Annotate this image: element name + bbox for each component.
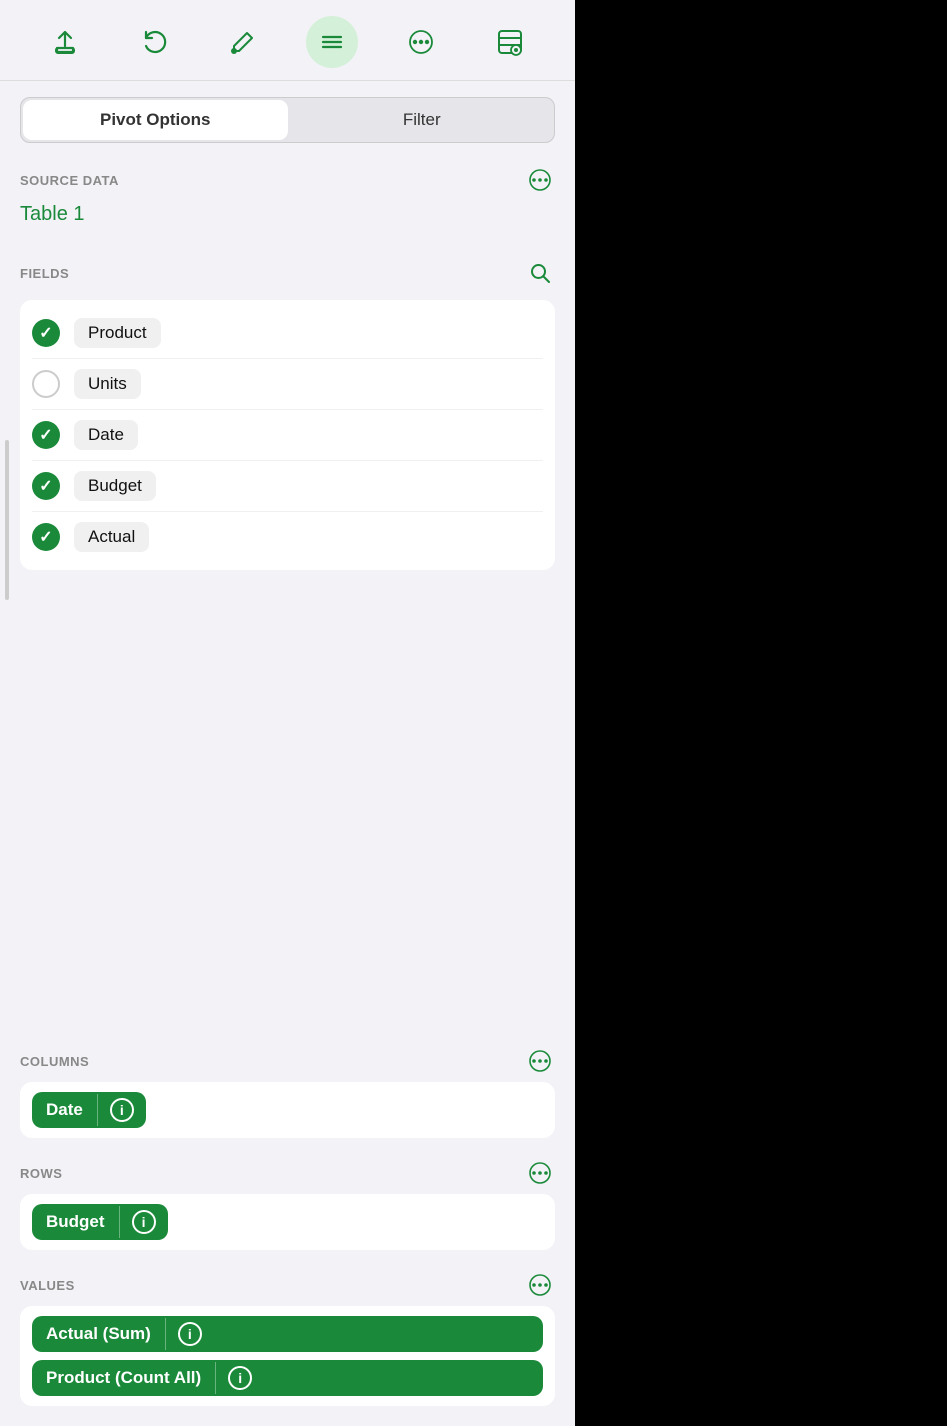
field-product-row[interactable]: Product: [32, 308, 543, 359]
values-more-button[interactable]: [525, 1270, 555, 1300]
rows-more-button[interactable]: [525, 1158, 555, 1188]
field-date-checkbox[interactable]: [32, 421, 60, 449]
rows-budget-info-button[interactable]: i: [120, 1204, 168, 1240]
field-actual-tag: Actual: [74, 522, 149, 552]
fields-section: FIELDS: [0, 246, 575, 294]
field-budget-tag: Budget: [74, 471, 156, 501]
pivot-options-tab[interactable]: Pivot Options: [23, 100, 288, 140]
field-date-tag: Date: [74, 420, 138, 450]
field-units-tag: Units: [74, 369, 141, 399]
filter-tab[interactable]: Filter: [290, 98, 555, 142]
format-button[interactable]: [306, 16, 358, 68]
columns-more-button[interactable]: [525, 1046, 555, 1076]
field-budget-checkbox[interactable]: [32, 472, 60, 500]
annotate-button[interactable]: [217, 16, 269, 68]
values-section: VALUES Actual (Sum) i Product (Count All: [0, 1258, 575, 1406]
fields-label: FIELDS: [20, 266, 69, 281]
toolbar: [0, 0, 575, 81]
scroll-thumb[interactable]: [5, 440, 9, 600]
values-label: VALUES: [20, 1278, 75, 1293]
rows-container: Budget i: [20, 1194, 555, 1250]
columns-date-info-button[interactable]: i: [98, 1092, 146, 1128]
field-actual-checkbox[interactable]: [32, 523, 60, 551]
field-date-row[interactable]: Date: [32, 410, 543, 461]
info-icon: i: [178, 1322, 202, 1346]
source-data-section: SOURCE DATA Table 1: [0, 153, 575, 240]
rows-budget-label: Budget: [32, 1204, 119, 1240]
share-button[interactable]: [39, 16, 91, 68]
right-area: [575, 0, 947, 1426]
columns-date-tag[interactable]: Date i: [32, 1092, 146, 1128]
source-data-label: SOURCE DATA: [20, 173, 119, 188]
info-icon: i: [132, 1210, 156, 1234]
field-budget-row[interactable]: Budget: [32, 461, 543, 512]
segmented-control: Pivot Options Filter: [20, 97, 555, 143]
values-product-count-tag[interactable]: Product (Count All) i: [32, 1360, 543, 1396]
pivot-panel: Pivot Options Filter SOURCE DATA Table 1…: [0, 0, 575, 1426]
columns-section: COLUMNS Date i: [0, 1034, 575, 1138]
info-icon: i: [228, 1366, 252, 1390]
more-options-button[interactable]: [395, 16, 447, 68]
values-actual-sum-label: Actual (Sum): [32, 1316, 165, 1352]
columns-label: COLUMNS: [20, 1054, 89, 1069]
field-product-checkbox[interactable]: [32, 319, 60, 347]
undo-button[interactable]: [128, 16, 180, 68]
field-units-checkbox[interactable]: [32, 370, 60, 398]
values-product-count-label: Product (Count All): [32, 1360, 215, 1396]
rows-label: ROWS: [20, 1166, 62, 1181]
field-actual-row[interactable]: Actual: [32, 512, 543, 562]
fields-search-button[interactable]: [525, 258, 555, 288]
source-data-more-button[interactable]: [525, 165, 555, 195]
values-product-count-info-button[interactable]: i: [216, 1360, 264, 1396]
values-container: Actual (Sum) i Product (Count All) i: [20, 1306, 555, 1406]
values-actual-sum-info-button[interactable]: i: [166, 1316, 214, 1352]
scroll-track: [5, 120, 9, 1020]
columns-container: Date i: [20, 1082, 555, 1138]
info-icon: i: [110, 1098, 134, 1122]
rows-section: ROWS Budget i: [0, 1146, 575, 1250]
source-table-link[interactable]: Table 1: [20, 201, 555, 240]
rows-budget-tag[interactable]: Budget i: [32, 1204, 168, 1240]
field-units-row[interactable]: Units: [32, 359, 543, 410]
fields-list: Product Units Date Budget Actual: [20, 300, 555, 570]
field-product-tag: Product: [74, 318, 161, 348]
columns-date-label: Date: [32, 1092, 97, 1128]
values-actual-sum-tag[interactable]: Actual (Sum) i: [32, 1316, 543, 1352]
table-settings-button[interactable]: [484, 16, 536, 68]
